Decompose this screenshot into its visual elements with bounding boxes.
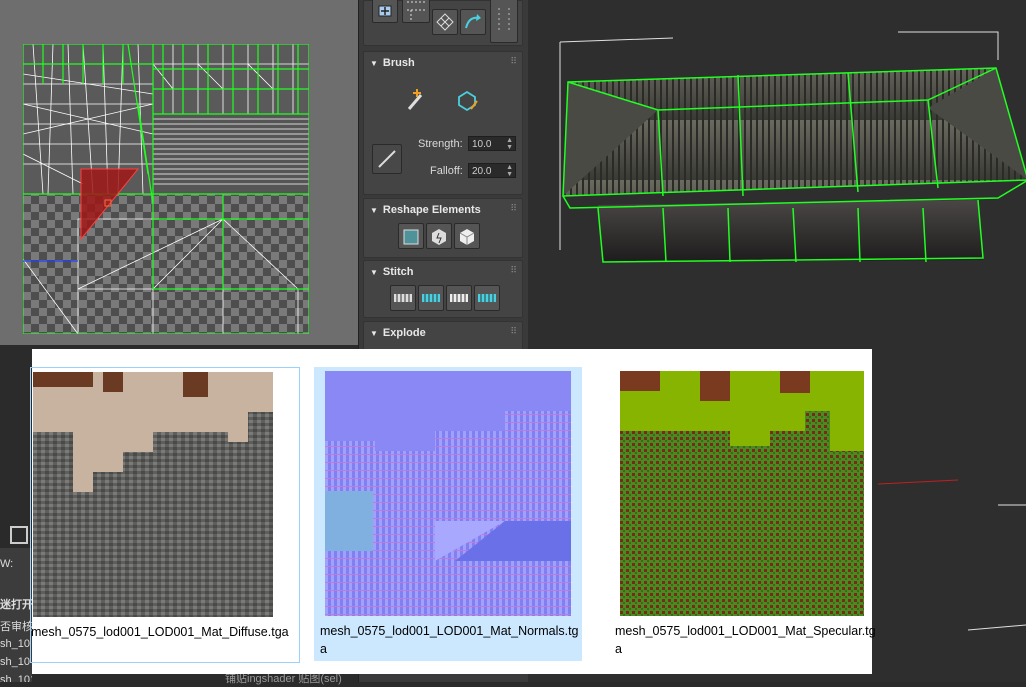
falloff-spinner[interactable]: 20.0 ▲ ▼: [468, 163, 516, 178]
grip-icon: ⠿: [510, 203, 517, 213]
straighten-button[interactable]: [398, 223, 424, 249]
add-point-tool-button[interactable]: [372, 0, 398, 23]
stitch-teal-icon: [422, 294, 440, 302]
file-item-specular[interactable]: mesh_0575_lod001_LOD001_Mat_Specular.tga: [609, 367, 877, 661]
stitch-rollout-header[interactable]: ▼ Stitch: [370, 266, 413, 278]
align-tool-button[interactable]: [490, 0, 518, 43]
stitch-to-target-button[interactable]: [474, 285, 500, 311]
reshape-elements-rollout: ▼ Reshape Elements ⠿: [363, 198, 523, 258]
list-item[interactable]: 迷打开: [0, 596, 32, 612]
falloff-value: 20.0: [472, 166, 492, 177]
w-label: W:: [0, 558, 14, 570]
paint-pin-button[interactable]: [402, 86, 432, 116]
reshape-title: Reshape Elements: [382, 204, 481, 216]
stitch-rollout: ▼ Stitch ⠿: [363, 260, 523, 318]
falloff-label: Falloff:: [430, 165, 463, 177]
explode-rollout-header[interactable]: ▼ Explode: [370, 327, 426, 339]
strength-value: 10.0: [472, 139, 492, 150]
file-item-normals[interactable]: mesh_0575_lod001_LOD001_Mat_Normals.tga: [314, 367, 582, 661]
list-item[interactable]: sh_10: [0, 638, 30, 650]
spinner-arrows-icon: ▲ ▼: [506, 137, 513, 151]
edge-tool-button[interactable]: [402, 0, 430, 23]
list-item[interactable]: sh_1011_lod001: [0, 674, 32, 682]
spinner-arrows-icon: ▲ ▼: [506, 164, 513, 178]
rotate-arrow-icon: [465, 14, 481, 29]
relax-tool-button[interactable]: [432, 9, 458, 35]
normals-thumbnail: [325, 371, 571, 616]
file-name: mesh_0575_lod001_LOD001_Mat_Specular.tga: [615, 624, 876, 656]
brush-title: Brush: [382, 57, 415, 69]
diamond-grid-icon: [436, 13, 454, 31]
diagonal-line-icon: [378, 150, 396, 168]
uv-canvas[interactable]: [23, 44, 309, 334]
specular-thumbnail: [620, 371, 864, 616]
brush-rollout: ▼ Brush ⠿ Strength: 10.0 ▲ ▼ Falloff: 20.0 ▲…: [363, 51, 523, 195]
cube-brush-icon: [458, 90, 478, 112]
dotted-grid-icon: [498, 8, 510, 32]
stitch-custom-button[interactable]: [390, 285, 416, 311]
grip-icon: ⠿: [510, 265, 517, 275]
cube-icon: [459, 229, 475, 245]
file-item-diffuse[interactable]: mesh_0575_lod001_LOD001_Mat_Diffuse.tga: [30, 367, 300, 663]
top-tools-rollout: [363, 0, 523, 46]
edge-grid-icon: [407, 1, 425, 20]
grip-icon: ⠿: [510, 326, 517, 336]
uv-editor-viewport[interactable]: [0, 0, 358, 345]
relax-shape-button[interactable]: [426, 223, 452, 249]
window-icon[interactable]: [10, 526, 28, 544]
reshape-rollout-header[interactable]: ▼ Reshape Elements: [370, 204, 481, 216]
explode-title: Explode: [382, 327, 426, 339]
stitch-gear-icon: [394, 294, 412, 302]
paint-brush-icon: [407, 89, 423, 110]
file-explorer-pane: mesh_0575_lod001_LOD001_Mat_Diffuse.tga …: [30, 349, 876, 674]
grip-icon: ⠿: [510, 56, 517, 66]
cube-lightning-icon: [432, 229, 446, 245]
file-name: mesh_0575_lod001_LOD001_Mat_Normals.tga: [320, 624, 579, 656]
line-brush-button[interactable]: [372, 144, 402, 174]
crosshair-icon: [378, 5, 392, 17]
stitch-title: Stitch: [382, 266, 414, 278]
file-name: mesh_0575_lod001_LOD001_Mat_Diffuse.tga: [31, 625, 289, 639]
stitch-white-icon: [450, 294, 468, 302]
strength-label: Strength:: [418, 138, 463, 150]
rotate-tool-button[interactable]: [460, 9, 486, 35]
stitch-teal-icon: [478, 294, 496, 302]
diffuse-thumbnail: [33, 372, 273, 617]
cube-shape-button[interactable]: [454, 223, 480, 249]
stitch-average-button[interactable]: [446, 285, 472, 311]
toolbar-strip: [0, 520, 32, 548]
brush-rollout-header[interactable]: ▼ Brush: [370, 57, 415, 69]
stitch-to-source-button[interactable]: [418, 285, 444, 311]
relax-brush-button[interactable]: [452, 86, 482, 116]
strength-spinner[interactable]: 10.0 ▲ ▼: [468, 136, 516, 151]
list-item[interactable]: 否审核: [0, 618, 32, 634]
list-item[interactable]: sh_10: [0, 656, 30, 668]
straighten-grid-icon: [403, 229, 419, 245]
scene-explorer-fragment: W: 迷打开 否审核 sh_10 sh_10 sh_1011_lod001: [0, 520, 32, 682]
